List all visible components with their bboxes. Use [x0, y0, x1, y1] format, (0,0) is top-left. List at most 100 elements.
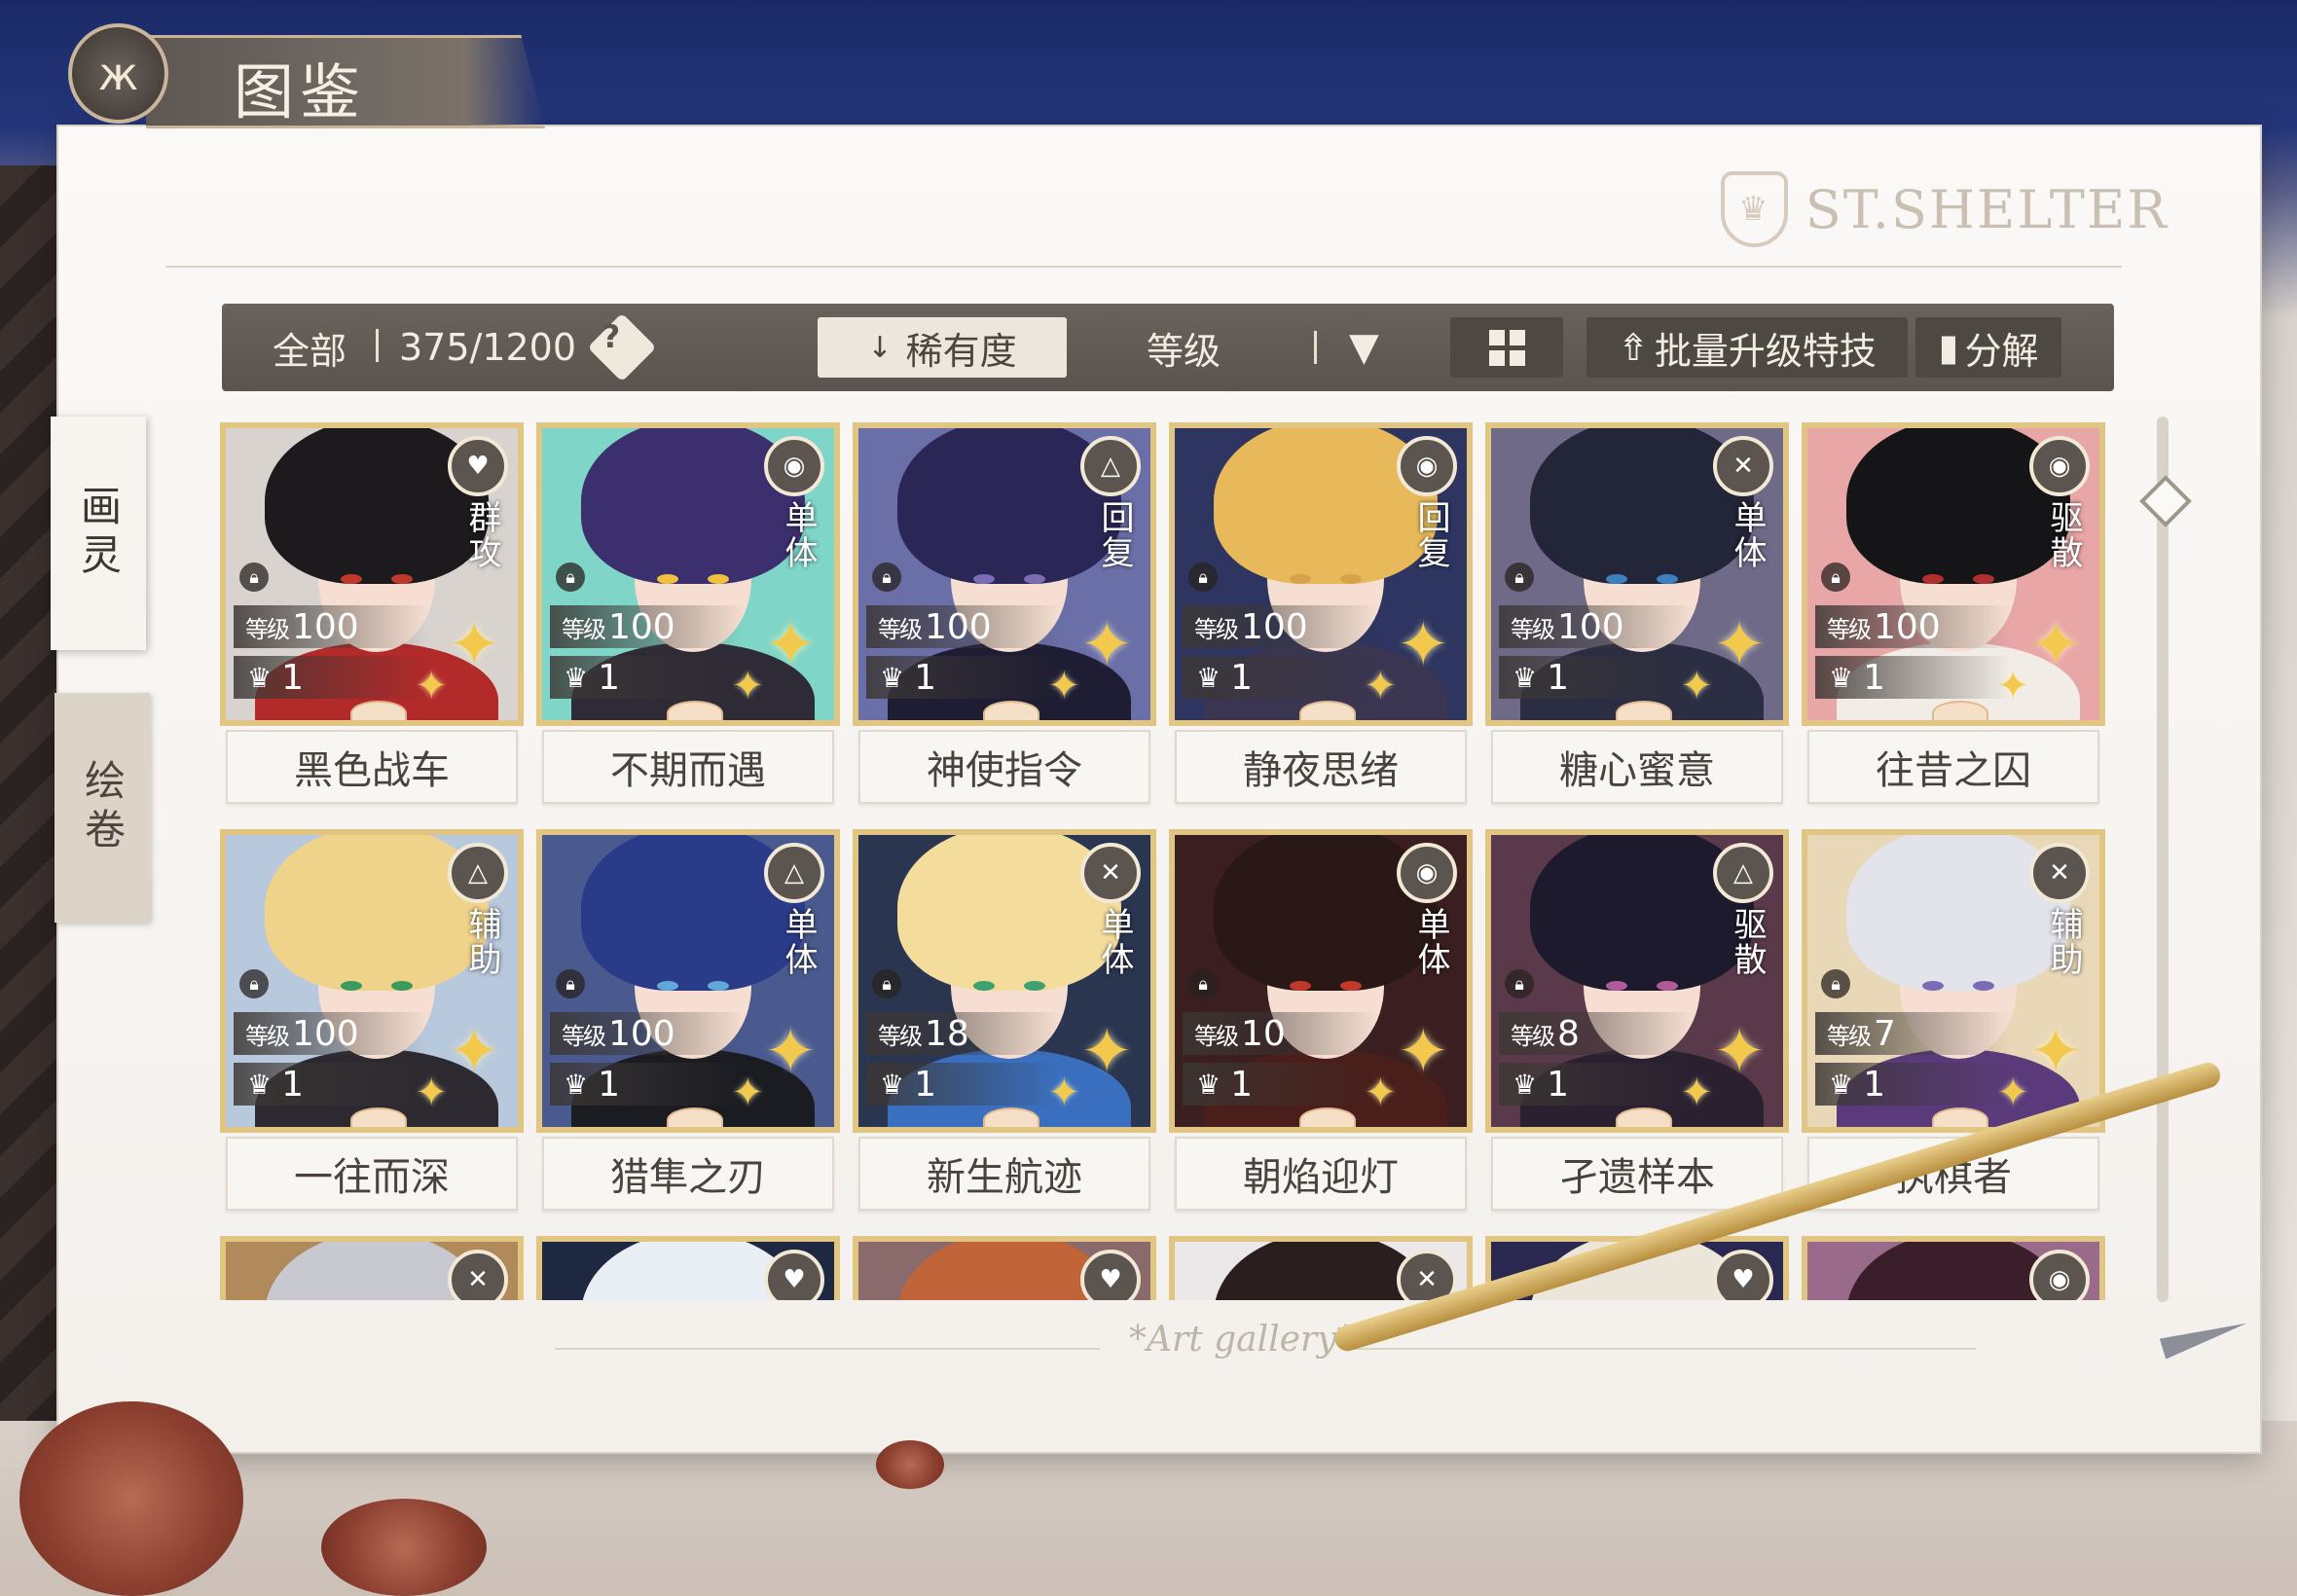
portrait-eye [1922, 574, 1944, 584]
character-portrait[interactable]: ✕ 辅助 🔒︎ 等级 7 ♛ 1 ✦ ✦ [1802, 829, 2105, 1133]
character-card[interactable]: △ 驱散 🔒︎ 等级 8 ♛ 1 ✦ ✦ 孑遗样本 [1485, 829, 1789, 1211]
character-portrait[interactable]: △ 驱散 🔒︎ 等级 8 ♛ 1 ✦ ✦ [1485, 829, 1789, 1133]
character-card[interactable]: ✕ 单体 🔒︎ 等级 100 ♛ 1 ✦ ✦ 糖心蜜意 [1485, 422, 1789, 804]
level-label: 等级 [1511, 615, 1555, 643]
level-value: 100 [292, 1013, 359, 1054]
crown-icon: ♛ [564, 1068, 589, 1101]
batch-upgrade-button[interactable]: ⇮ 批量升级特技 [1586, 317, 1908, 378]
star-row: ♛ 1 [234, 1063, 428, 1106]
card-grid: ♥ 群攻 🔒︎ 等级 100 ♛ 1 ✦ ✦ 黑色战车 ◉ 单体 🔒︎ 等级 1… [220, 422, 2114, 1300]
lock-icon[interactable]: 🔒︎ [1505, 562, 1534, 592]
filter-all-button[interactable]: 全部 [273, 304, 346, 391]
character-portrait[interactable]: ◉ 单体 🔒︎ 等级 10 ♛ 1 ✦ ✦ [1169, 829, 1473, 1133]
character-card[interactable]: ◉ 回复 🔒︎ 等级 100 ♛ 1 ✦ ✦ 静夜思绪 [1169, 422, 1473, 804]
level-row: 等级 100 [550, 1012, 745, 1055]
lock-icon[interactable]: 🔒︎ [1188, 562, 1218, 592]
target-icon: ◉ [1397, 843, 1457, 903]
character-card[interactable]: △ 回复 🔒︎ 等级 100 ♛ 1 ✦ ✦ 神使指令 [853, 422, 1156, 804]
star-value: 1 [598, 1064, 621, 1105]
character-portrait[interactable]: ◉ 单体 🔒︎ 等级 100 ♛ 1 ✦ ✦ [536, 422, 840, 726]
character-card[interactable]: ♥ [853, 1236, 1156, 1300]
role-label: 回复 [1095, 500, 1134, 570]
character-portrait[interactable]: ◉ 回复 🔒︎ 等级 100 ♛ 1 ✦ ✦ [1169, 422, 1473, 726]
character-card[interactable]: △ 辅助 🔒︎ 等级 100 ♛ 1 ✦ ✦ 一往而深 [220, 829, 524, 1211]
lock-icon[interactable]: 🔒︎ [1188, 969, 1218, 998]
portrait-eye [341, 981, 362, 991]
level-row: 等级 8 [1499, 1012, 1694, 1055]
lock-icon[interactable]: 🔒︎ [1821, 562, 1850, 592]
character-portrait[interactable]: ✕ 单体 🔒︎ 等级 100 ♛ 1 ✦ ✦ [1485, 422, 1789, 726]
character-card[interactable]: ✕ [220, 1236, 524, 1300]
tab-painted-spirit[interactable]: 画灵 [51, 417, 146, 650]
lock-icon[interactable]: 🔒︎ [1505, 969, 1534, 998]
lock-icon[interactable]: 🔒︎ [556, 562, 585, 592]
crest-icon: ♛ [1721, 171, 1788, 247]
character-portrait[interactable]: ✕ [1169, 1236, 1473, 1300]
star-row: ♛ 1 [1183, 656, 1377, 699]
level-value: 10 [1241, 1013, 1286, 1054]
filter-icon[interactable]: ▼ [1349, 304, 1379, 391]
petal-decoration [876, 1440, 944, 1489]
sort-rarity-button[interactable]: ↓ 稀有度 [818, 317, 1067, 378]
character-portrait[interactable]: ♥ [853, 1236, 1156, 1300]
character-portrait[interactable]: ♥ 群攻 🔒︎ 等级 100 ♛ 1 ✦ ✦ [220, 422, 524, 726]
butterfly-icon[interactable]: ж [68, 23, 168, 124]
sparkle-icon: ✦ [1680, 1070, 1713, 1115]
help-button[interactable]: ? [587, 312, 657, 382]
cross-diamond-icon: ✕ [2029, 843, 2090, 903]
level-row: 等级 18 [866, 1012, 1061, 1055]
lock-icon[interactable]: 🔒︎ [239, 969, 269, 998]
level-label: 等级 [878, 1022, 923, 1050]
portrait-eye [973, 574, 995, 584]
character-portrait[interactable]: ◉ 驱散 🔒︎ 等级 100 ♛ 1 ✦ ✦ [1802, 422, 2105, 726]
character-card[interactable]: ◉ 驱散 🔒︎ 等级 100 ♛ 1 ✦ ✦ 往昔之囚 [1802, 422, 2105, 804]
card-name-plate[interactable]: 往昔之囚 [1807, 730, 2099, 804]
crown-icon: ♛ [1196, 1068, 1221, 1101]
sparkle-icon: ✦ [1047, 664, 1080, 708]
footer-line-right [1353, 1348, 1976, 1350]
card-name-plate[interactable]: 猎隼之刃 [542, 1137, 834, 1211]
portrait-eye [391, 981, 413, 991]
character-card[interactable]: ◉ 单体 🔒︎ 等级 100 ♛ 1 ✦ ✦ 不期而遇 [536, 422, 840, 804]
card-name-plate[interactable]: 一往而深 [226, 1137, 518, 1211]
tab-scroll[interactable]: 绘卷 [55, 693, 150, 923]
character-portrait[interactable]: △ 单体 🔒︎ 等级 100 ♛ 1 ✦ ✦ [536, 829, 840, 1133]
card-name-plate[interactable]: 新生航迹 [858, 1137, 1150, 1211]
card-name-plate[interactable]: 不期而遇 [542, 730, 834, 804]
crown-icon: ♛ [1513, 661, 1538, 694]
character-portrait[interactable]: ◉ [1802, 1236, 2105, 1300]
decompose-button[interactable]: ▮ 分解 [1915, 317, 2061, 378]
lotus-icon [983, 1107, 1039, 1127]
lock-icon[interactable]: 🔒︎ [1821, 969, 1850, 998]
character-portrait[interactable]: △ 辅助 🔒︎ 等级 100 ♛ 1 ✦ ✦ [220, 829, 524, 1133]
portrait-eye [1606, 981, 1627, 991]
portrait-eye [1657, 574, 1678, 584]
character-card[interactable]: ♥ 群攻 🔒︎ 等级 100 ♛ 1 ✦ ✦ 黑色战车 [220, 422, 524, 804]
character-card[interactable]: ◉ 单体 🔒︎ 等级 10 ♛ 1 ✦ ✦ 朝焰迎灯 [1169, 829, 1473, 1211]
card-name-plate[interactable]: 孑遗样本 [1491, 1137, 1783, 1211]
character-card[interactable]: △ 单体 🔒︎ 等级 100 ♛ 1 ✦ ✦ 猎隼之刃 [536, 829, 840, 1211]
character-card[interactable]: ♥ [536, 1236, 840, 1300]
card-name-plate[interactable]: 糖心蜜意 [1491, 730, 1783, 804]
lock-icon[interactable]: 🔒︎ [239, 562, 269, 592]
character-card[interactable]: ✕ 单体 🔒︎ 等级 18 ♛ 1 ✦ ✦ 新生航迹 [853, 829, 1156, 1211]
lock-icon[interactable]: 🔒︎ [872, 562, 901, 592]
character-portrait[interactable]: ♥ [536, 1236, 840, 1300]
lock-icon[interactable]: 🔒︎ [556, 969, 585, 998]
character-portrait[interactable]: ✕ 单体 🔒︎ 等级 18 ♛ 1 ✦ ✦ [853, 829, 1156, 1133]
character-portrait[interactable]: △ 回复 🔒︎ 等级 100 ♛ 1 ✦ ✦ [853, 422, 1156, 726]
character-card[interactable]: ✕ [1169, 1236, 1473, 1300]
card-name-plate[interactable]: 黑色战车 [226, 730, 518, 804]
card-name-plate[interactable]: 神使指令 [858, 730, 1150, 804]
scrollbar-track[interactable] [2157, 417, 2169, 1302]
sort-level-button[interactable]: 等级 [1147, 304, 1221, 391]
grid-view-button[interactable] [1450, 317, 1563, 378]
level-value: 18 [925, 1013, 969, 1054]
character-card[interactable]: ◉ [1802, 1236, 2105, 1300]
level-value: 7 [1874, 1013, 1896, 1054]
portrait-eye [1340, 574, 1362, 584]
card-name-plate[interactable]: 朝焰迎灯 [1175, 1137, 1467, 1211]
lock-icon[interactable]: 🔒︎ [872, 969, 901, 998]
character-portrait[interactable]: ✕ [220, 1236, 524, 1300]
card-name-plate[interactable]: 静夜思绪 [1175, 730, 1467, 804]
